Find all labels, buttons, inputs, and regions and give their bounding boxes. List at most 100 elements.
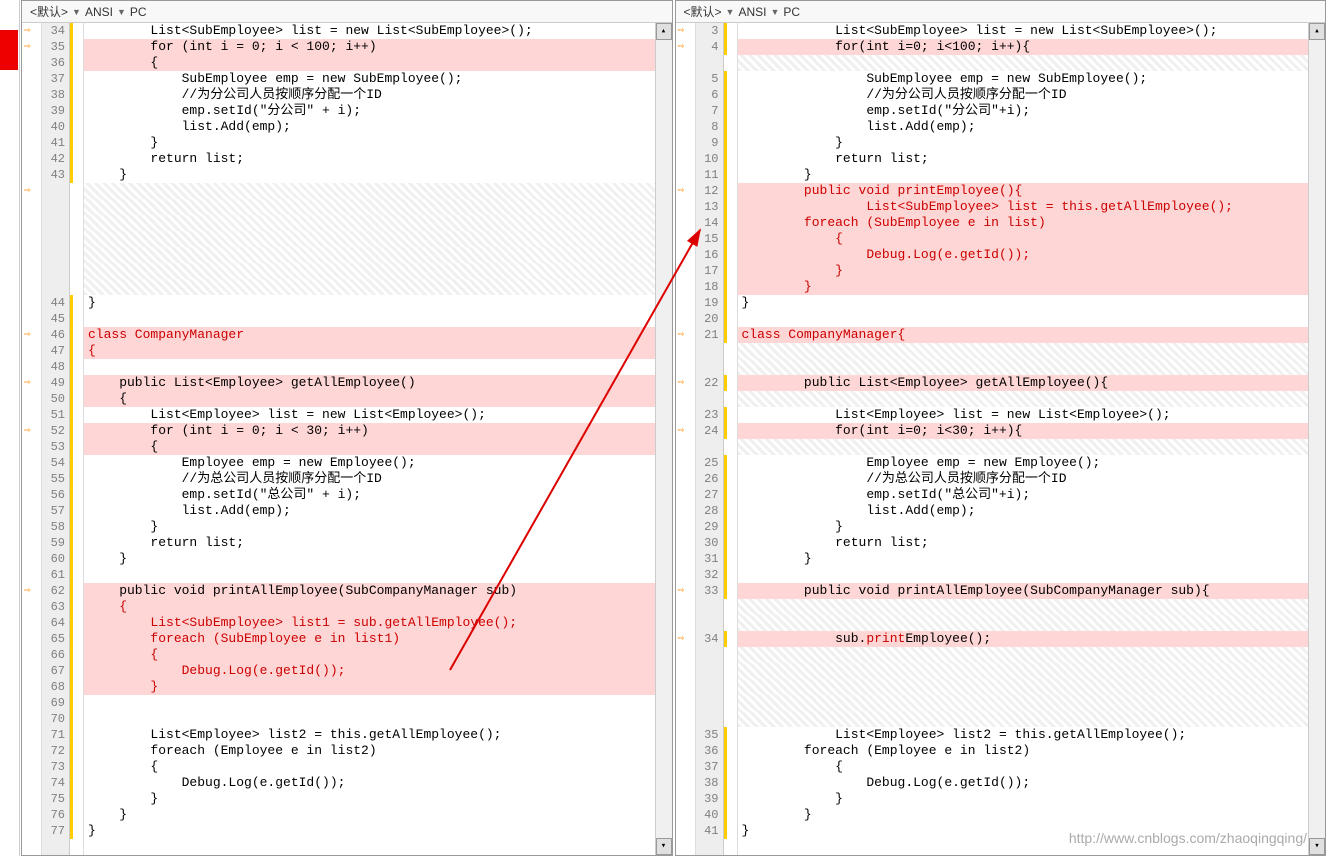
line-ending-pc[interactable]: PC xyxy=(783,5,800,19)
code-line[interactable]: List<SubEmployee> list = new List<SubEmp… xyxy=(738,23,1309,39)
code-line[interactable]: { xyxy=(84,343,655,359)
right-scrollbar[interactable]: ▴ ▾ xyxy=(1308,23,1325,855)
code-line[interactable]: public List<Employee> getAllEmployee(){ xyxy=(738,375,1309,391)
code-line[interactable]: } xyxy=(738,807,1309,823)
code-line[interactable]: public void printAllEmployee(SubCompanyM… xyxy=(738,583,1309,599)
code-line[interactable]: for(int i=0; i<30; i++){ xyxy=(738,423,1309,439)
scroll-down-icon[interactable]: ▾ xyxy=(1309,838,1325,855)
code-line[interactable]: } xyxy=(738,551,1309,567)
code-line[interactable]: Debug.Log(e.getId()); xyxy=(84,775,655,791)
encoding-ansi[interactable]: ANSI xyxy=(738,5,766,19)
code-line[interactable]: foreach (SubEmployee e in list) xyxy=(738,215,1309,231)
code-line[interactable]: { xyxy=(738,231,1309,247)
code-line[interactable] xyxy=(738,55,1309,71)
code-line[interactable] xyxy=(738,615,1309,631)
code-line[interactable]: } xyxy=(84,551,655,567)
code-line[interactable]: List<SubEmployee> list1 = sub.getAllEmpl… xyxy=(84,615,655,631)
code-line[interactable]: } xyxy=(738,519,1309,535)
code-line[interactable] xyxy=(738,311,1309,327)
code-line[interactable]: foreach (SubEmployee e in list1) xyxy=(84,631,655,647)
code-line[interactable]: list.Add(emp); xyxy=(84,119,655,135)
code-line[interactable] xyxy=(738,695,1309,711)
code-line[interactable]: } xyxy=(738,135,1309,151)
code-line[interactable] xyxy=(738,679,1309,695)
code-line[interactable] xyxy=(738,391,1309,407)
code-line[interactable]: } xyxy=(84,807,655,823)
code-line[interactable]: { xyxy=(84,599,655,615)
code-line[interactable] xyxy=(738,343,1309,359)
code-line[interactable]: } xyxy=(84,823,655,839)
code-line[interactable]: public List<Employee> getAllEmployee() xyxy=(84,375,655,391)
code-line[interactable]: List<Employee> list = new List<Employee>… xyxy=(84,407,655,423)
code-line[interactable] xyxy=(84,311,655,327)
right-code-area[interactable]: ⇨⇨⇨⇨⇨⇨⇨⇨ 3456789101112131415161718192021… xyxy=(676,23,1326,855)
code-line[interactable] xyxy=(84,279,655,295)
left-scrollbar[interactable]: ▴ ▾ xyxy=(655,23,672,855)
code-line[interactable]: List<SubEmployee> list = new List<SubEmp… xyxy=(84,23,655,39)
code-line[interactable]: public void printAllEmployee(SubCompanyM… xyxy=(84,583,655,599)
code-line[interactable]: SubEmployee emp = new SubEmployee(); xyxy=(738,71,1309,87)
code-line[interactable]: list.Add(emp); xyxy=(84,503,655,519)
code-line[interactable]: } xyxy=(84,295,655,311)
code-line[interactable]: { xyxy=(84,439,655,455)
code-line[interactable] xyxy=(84,359,655,375)
code-line[interactable]: { xyxy=(738,759,1309,775)
dropdown-arrow-icon[interactable]: ▼ xyxy=(726,7,735,17)
code-line[interactable]: sub.printEmployee(); xyxy=(738,631,1309,647)
code-line[interactable]: list.Add(emp); xyxy=(738,119,1309,135)
code-line[interactable] xyxy=(84,199,655,215)
code-line[interactable]: for (int i = 0; i < 30; i++) xyxy=(84,423,655,439)
code-line[interactable]: list.Add(emp); xyxy=(738,503,1309,519)
code-line[interactable]: List<SubEmployee> list = this.getAllEmpl… xyxy=(738,199,1309,215)
code-line[interactable] xyxy=(738,663,1309,679)
code-line[interactable] xyxy=(738,599,1309,615)
code-line[interactable]: } xyxy=(738,167,1309,183)
code-line[interactable]: emp.setId("分公司" + i); xyxy=(84,103,655,119)
code-line[interactable]: for(int i=0; i<100; i++){ xyxy=(738,39,1309,55)
code-line[interactable]: Debug.Log(e.getId()); xyxy=(738,247,1309,263)
code-line[interactable]: { xyxy=(84,55,655,71)
encoding-default[interactable]: <默认> xyxy=(684,3,722,20)
code-line[interactable]: } xyxy=(738,791,1309,807)
encoding-default[interactable]: <默认> xyxy=(30,3,68,20)
code-line[interactable] xyxy=(738,567,1309,583)
code-line[interactable]: //为分公司人员按顺序分配一个ID xyxy=(738,87,1309,103)
code-line[interactable]: emp.setId("总公司" + i); xyxy=(84,487,655,503)
code-line[interactable]: class CompanyManager xyxy=(84,327,655,343)
code-line[interactable]: } xyxy=(84,519,655,535)
line-ending-pc[interactable]: PC xyxy=(130,5,147,19)
code-line[interactable]: //为分公司人员按顺序分配一个ID xyxy=(84,87,655,103)
code-line[interactable]: } xyxy=(84,135,655,151)
code-line[interactable] xyxy=(738,647,1309,663)
code-line[interactable]: List<Employee> list2 = this.getAllEmploy… xyxy=(738,727,1309,743)
code-line[interactable]: //为总公司人员按顺序分配一个ID xyxy=(738,471,1309,487)
code-line[interactable] xyxy=(738,711,1309,727)
code-line[interactable]: { xyxy=(84,647,655,663)
code-line[interactable]: return list; xyxy=(738,535,1309,551)
code-line[interactable]: { xyxy=(84,759,655,775)
dropdown-arrow-icon[interactable]: ▼ xyxy=(72,7,81,17)
scroll-up-icon[interactable]: ▴ xyxy=(1309,23,1325,40)
encoding-ansi[interactable]: ANSI xyxy=(85,5,113,19)
code-line[interactable]: } xyxy=(738,263,1309,279)
code-line[interactable]: List<Employee> list2 = this.getAllEmploy… xyxy=(84,727,655,743)
code-line[interactable]: Debug.Log(e.getId()); xyxy=(84,663,655,679)
scroll-down-icon[interactable]: ▾ xyxy=(656,838,672,855)
code-line[interactable]: Employee emp = new Employee(); xyxy=(84,455,655,471)
left-code-area[interactable]: ⇨⇨⇨⇨⇨⇨⇨ 34353637383940414243444546474849… xyxy=(22,23,672,855)
code-line[interactable] xyxy=(84,247,655,263)
code-line[interactable]: emp.setId("分公司"+i); xyxy=(738,103,1309,119)
code-line[interactable] xyxy=(84,695,655,711)
code-line[interactable] xyxy=(84,183,655,199)
code-line[interactable] xyxy=(84,231,655,247)
code-line[interactable]: emp.setId("总公司"+i); xyxy=(738,487,1309,503)
code-line[interactable]: Debug.Log(e.getId()); xyxy=(738,775,1309,791)
code-line[interactable]: foreach (Employee e in list2) xyxy=(738,743,1309,759)
code-line[interactable]: return list; xyxy=(738,151,1309,167)
scroll-up-icon[interactable]: ▴ xyxy=(656,23,672,40)
code-line[interactable] xyxy=(84,567,655,583)
code-line[interactable] xyxy=(84,711,655,727)
code-line[interactable]: public void printEmployee(){ xyxy=(738,183,1309,199)
code-line[interactable]: } xyxy=(738,279,1309,295)
code-line[interactable]: for (int i = 0; i < 100; i++) xyxy=(84,39,655,55)
